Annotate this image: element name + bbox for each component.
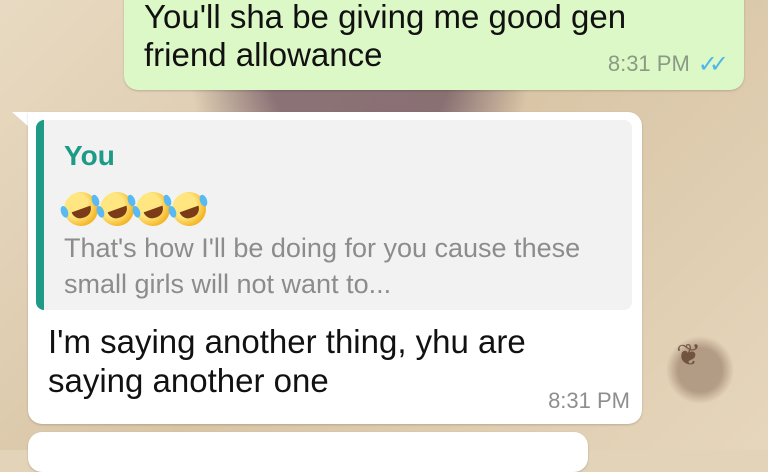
outgoing-message-time: 8:31 PM: [607, 51, 690, 76]
quoted-author: You: [64, 140, 115, 171]
quoted-emoji-row: [59, 187, 211, 231]
quote-accent-bar: [36, 120, 44, 310]
incoming-message-text: I'm saying another thing, yhu are saying…: [48, 323, 526, 399]
outgoing-message-meta: 8:31 PM ✓✓: [607, 50, 729, 78]
rolling-on-floor-laughing-emoji: [167, 187, 211, 231]
double-check-read-icon: ✓✓: [697, 50, 729, 78]
incoming-message-time: 8:31 PM: [548, 388, 630, 413]
next-message-bubble[interactable]: [28, 432, 588, 472]
quoted-message[interactable]: You That's how I'll be doing for you cau…: [36, 120, 632, 310]
quoted-text: That's how I'll be doing for you cause t…: [64, 233, 581, 299]
incoming-message-bubble[interactable]: You That's how I'll be doing for you cau…: [28, 112, 642, 424]
wallpaper-doodle: ❦: [676, 338, 702, 373]
outgoing-message-bubble[interactable]: You'll sha be giving me good gen friend …: [124, 0, 744, 90]
